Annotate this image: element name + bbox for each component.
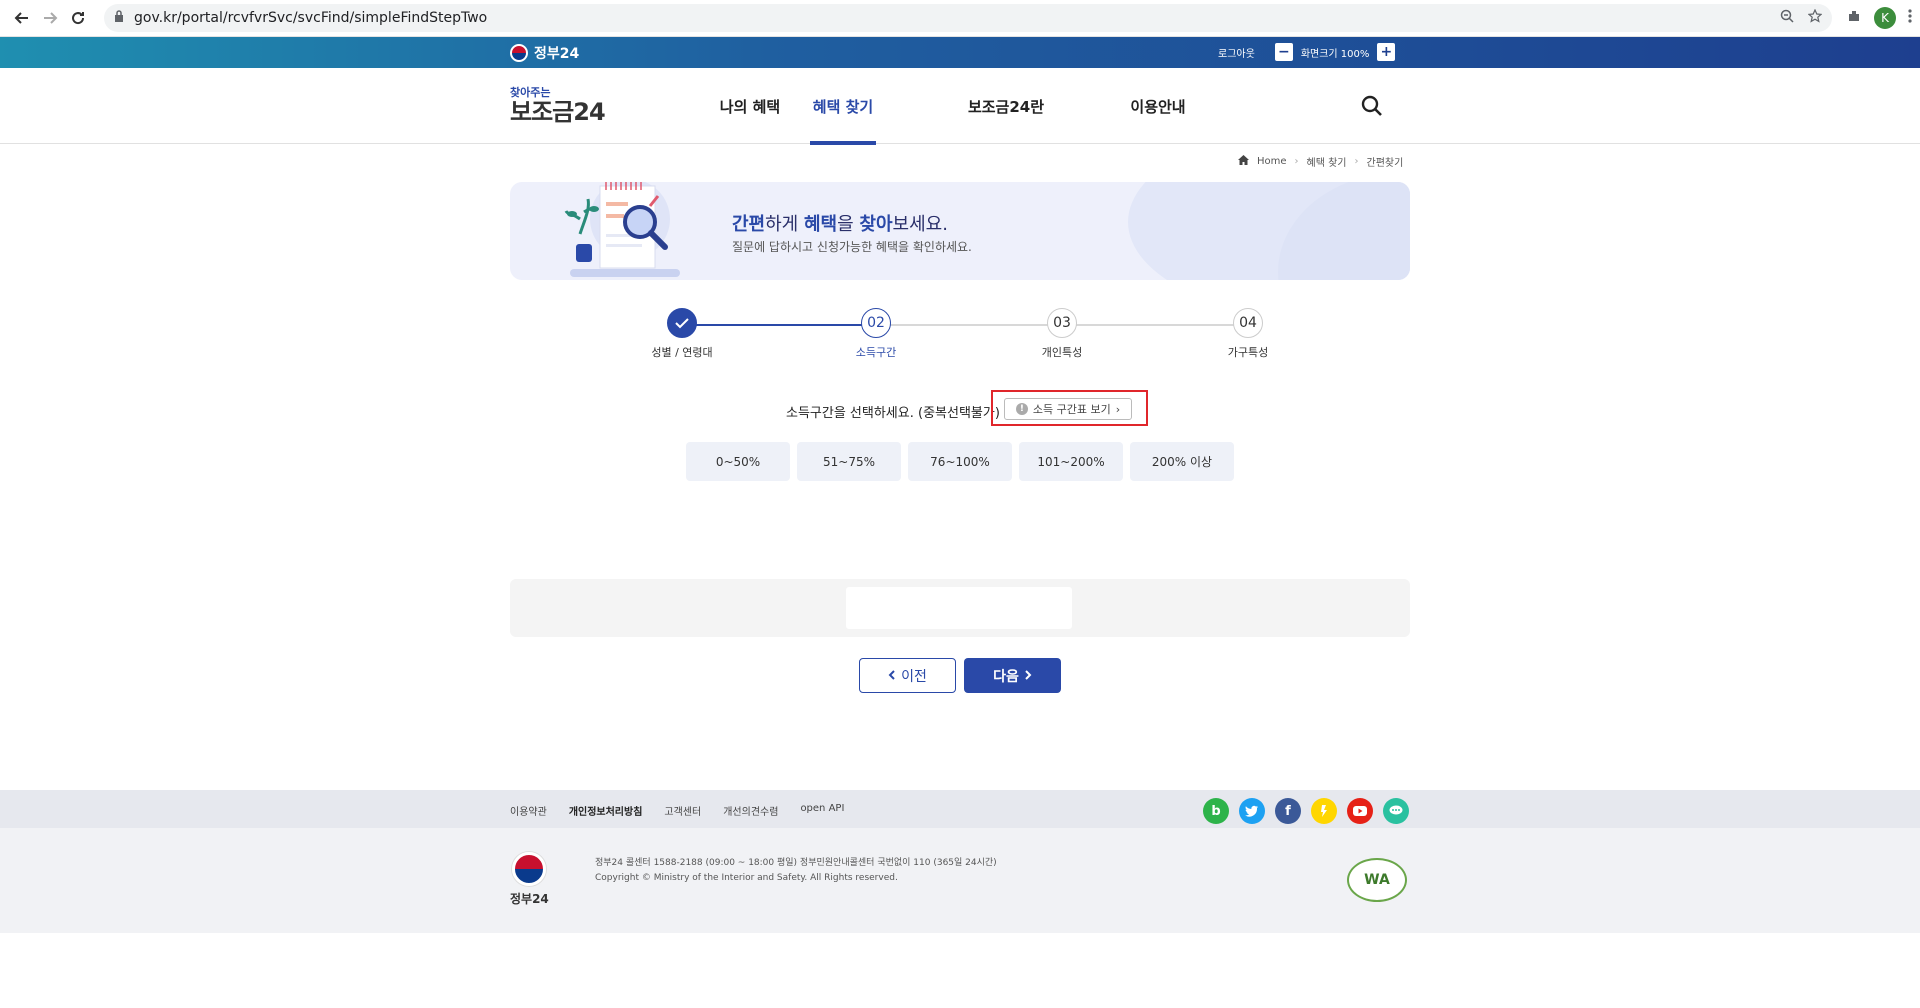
profile-avatar[interactable]: K <box>1874 7 1896 29</box>
step-2-number: 02 <box>861 308 891 338</box>
banner-title: 간편하게 혜택을 찾아보세요. <box>732 214 948 235</box>
next-button-label: 다음 <box>993 668 1019 685</box>
youtube-icon[interactable] <box>1347 798 1373 824</box>
web-accessibility-mark: WA <box>1347 858 1407 902</box>
site-logo[interactable]: 찾아주는 보조금24 <box>510 84 606 126</box>
step-1: 성별 / 연령대 <box>642 308 722 360</box>
footer-nav: 이용약관 개인정보처리방침 고객센터 개선의견수렴 open API b f <box>0 790 1920 828</box>
chevron-right-icon: › <box>1354 156 1359 167</box>
next-button[interactable]: 다음 <box>964 658 1061 693</box>
magnifier-illustration <box>564 182 680 277</box>
info-icon: ! <box>1015 403 1028 415</box>
step-1-label: 성별 / 연령대 <box>651 346 713 359</box>
gov24-logo-text: 정부24 <box>534 46 580 62</box>
step-4: 04 가구특성 <box>1208 308 1288 360</box>
main-menu: 나의 혜택 혜택 찾기 보조금24란 이용안내 <box>690 68 1202 145</box>
gov24-logo[interactable]: 정부24 <box>510 43 579 63</box>
footer-link-terms[interactable]: 이용약관 <box>510 803 547 818</box>
browser-toolbar: gov.kr/portal/rcvfvrSvc/svcFind/simpleFi… <box>0 0 1920 37</box>
chevron-right-icon <box>1025 668 1032 684</box>
step-2: 02 소득구간 <box>836 308 916 360</box>
menu-about[interactable]: 보조금24란 <box>938 68 1074 144</box>
twitter-icon[interactable] <box>1239 798 1265 824</box>
menu-find-benefits[interactable]: 혜택 찾기 <box>810 68 876 145</box>
site-header: 찾아주는 보조금24 나의 혜택 혜택 찾기 보조금24란 이용안내 <box>0 68 1920 145</box>
taegeuk-icon <box>510 44 528 62</box>
forward-icon[interactable] <box>36 4 64 32</box>
zoom-level-label: 화면크기 100% <box>1300 48 1370 60</box>
taegeuk-icon <box>512 852 547 886</box>
footer-link-support[interactable]: 고객센터 <box>664 803 701 818</box>
page-banner: 간편하게 혜택을 찾아보세요. 질문에 답하시고 신청가능한 혜택을 확인하세요… <box>510 182 1410 280</box>
star-icon[interactable] <box>1807 8 1823 27</box>
breadcrumb: Home › 혜택 찾기 › 간편찾기 <box>1238 154 1403 169</box>
income-option-101-200[interactable]: 101~200% <box>1019 442 1123 481</box>
footer-link-feedback[interactable]: 개선의견수렴 <box>723 803 778 818</box>
home-icon[interactable] <box>1238 155 1249 168</box>
footer: 정부24 정부24 콜센터 1588-2188 (09:00 ~ 18:00 평… <box>0 828 1920 933</box>
step-4-label: 가구특성 <box>1227 346 1269 359</box>
check-icon <box>667 308 697 338</box>
footer-copyright: Copyright © Ministry of the Interior and… <box>595 873 898 883</box>
income-chart-button[interactable]: ! 소득 구간표 보기 › <box>1004 398 1132 420</box>
footer-link-privacy[interactable]: 개인정보처리방침 <box>569 803 643 818</box>
facebook-icon[interactable]: f <box>1275 798 1301 824</box>
zoom-out-button[interactable]: − <box>1274 43 1293 61</box>
result-panel-inner <box>846 587 1072 629</box>
breadcrumb-home[interactable]: Home <box>1257 156 1287 167</box>
banner-subtitle: 질문에 답하시고 신청가능한 혜택을 확인하세요. <box>732 240 972 254</box>
search-icon[interactable] <box>1360 94 1384 118</box>
chevron-right-icon: › <box>1294 156 1299 167</box>
footer-info: 정부24 콜센터 1588-2188 (09:00 ~ 18:00 평일) 정부… <box>595 856 997 886</box>
lock-icon <box>114 10 124 26</box>
income-option-200-plus[interactable]: 200% 이상 <box>1130 442 1234 481</box>
step-2-label: 소득구간 <box>855 346 897 359</box>
income-option-0-50[interactable]: 0~50% <box>686 442 790 481</box>
talk-icon[interactable] <box>1383 798 1409 824</box>
breadcrumb-find[interactable]: 혜택 찾기 <box>1307 154 1347 169</box>
gov24-topbar: 정부24 로그아웃 − 화면크기 100% + <box>0 37 1920 68</box>
step-3: 03 개인특성 <box>1022 308 1102 360</box>
logout-link[interactable]: 로그아웃 <box>1218 45 1255 60</box>
chevron-right-icon: › <box>1115 402 1121 416</box>
step-4-number: 04 <box>1233 308 1263 338</box>
footer-logo-text: 정부24 <box>510 892 549 906</box>
income-question: 소득구간을 선택하세요. (중복선택불가) <box>786 406 1000 421</box>
social-links: b f <box>1203 798 1409 824</box>
extensions-icon[interactable] <box>1846 8 1862 28</box>
reload-icon[interactable] <box>64 4 92 32</box>
footer-contact: 정부24 콜센터 1588-2188 (09:00 ~ 18:00 평일) 정부… <box>595 858 997 868</box>
back-icon[interactable] <box>8 4 36 32</box>
address-bar[interactable]: gov.kr/portal/rcvfvrSvc/svcFind/simpleFi… <box>104 4 1832 32</box>
zoom-in-button[interactable]: + <box>1377 43 1396 61</box>
zoom-icon[interactable] <box>1780 9 1794 27</box>
url-text: gov.kr/portal/rcvfvrSvc/svcFind/simpleFi… <box>134 10 488 26</box>
result-panel <box>510 579 1410 637</box>
breadcrumb-current: 간편찾기 <box>1366 158 1404 169</box>
footer-logo: 정부24 <box>510 852 549 907</box>
step-3-label: 개인특성 <box>1041 346 1083 359</box>
menu-my-benefits[interactable]: 나의 혜택 <box>690 68 810 144</box>
menu-guide[interactable]: 이용안내 <box>1114 68 1202 144</box>
kakaostory-icon[interactable] <box>1311 798 1337 824</box>
income-option-51-75[interactable]: 51~75% <box>797 442 901 481</box>
prev-button-label: 이전 <box>901 668 927 685</box>
footer-link-openapi[interactable]: open API <box>800 803 844 818</box>
income-option-76-100[interactable]: 76~100% <box>908 442 1012 481</box>
brand-title: 보조금24 <box>510 98 606 126</box>
income-chart-button-label: 소득 구간표 보기 <box>1032 403 1111 416</box>
blog-icon[interactable]: b <box>1203 798 1229 824</box>
prev-button[interactable]: 이전 <box>859 658 956 693</box>
income-options: 0~50% 51~75% 76~100% 101~200% 200% 이상 <box>686 442 1234 481</box>
chevron-left-icon <box>888 668 895 684</box>
step-3-number: 03 <box>1047 308 1077 338</box>
menu-dots-icon[interactable] <box>1908 8 1912 28</box>
step-indicator: 성별 / 연령대 02 소득구간 03 개인특성 04 가구특성 <box>0 308 1920 368</box>
